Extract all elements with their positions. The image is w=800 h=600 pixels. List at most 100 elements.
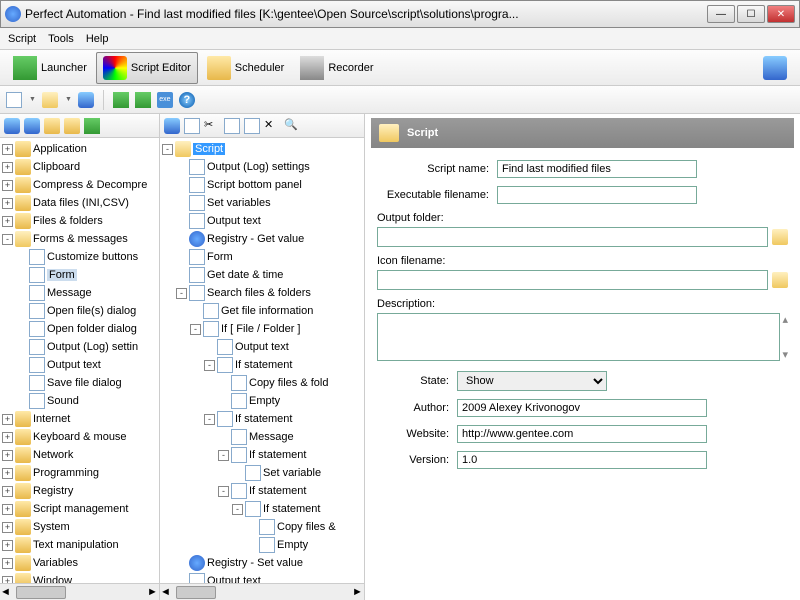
tree-item[interactable]: Message (2, 284, 157, 302)
find-icon[interactable]: 🔍 (284, 118, 300, 134)
iconfile-input[interactable] (377, 270, 768, 290)
paste-icon[interactable] (244, 118, 260, 134)
tree-item[interactable]: Output text (162, 338, 362, 356)
execfile-input[interactable] (497, 186, 697, 204)
help-icon[interactable]: ? (179, 92, 195, 108)
expand-icon[interactable]: + (2, 468, 13, 479)
run2-icon[interactable] (135, 92, 151, 108)
tree-item[interactable]: Copy files & fold (162, 374, 362, 392)
midpane-hscroll[interactable]: ◄► (160, 583, 364, 600)
scriptname-input[interactable] (497, 160, 697, 178)
expand-icon[interactable]: + (2, 432, 13, 443)
author-input[interactable] (457, 399, 707, 417)
tree-item[interactable]: Sound (2, 392, 157, 410)
tree-item[interactable]: Get date & time (162, 266, 362, 284)
menu-help[interactable]: Help (86, 33, 109, 45)
commands-tree[interactable]: +Application+Clipboard+Compress & Decomp… (0, 138, 159, 583)
tree-item[interactable]: Get file information (162, 302, 362, 320)
close-button[interactable]: ✕ (767, 5, 795, 23)
tree-item[interactable]: Customize buttons (2, 248, 157, 266)
tree-item[interactable]: Output (Log) settin (2, 338, 157, 356)
tree-item[interactable]: Set variable (162, 464, 362, 482)
tree-item[interactable]: +Text manipulation (2, 536, 157, 554)
tree-item[interactable]: -If statement (162, 356, 362, 374)
expand-icon[interactable]: + (2, 450, 13, 461)
tree-item[interactable]: +Data files (INI,CSV) (2, 194, 157, 212)
new-icon[interactable] (6, 92, 22, 108)
tree-item[interactable]: Output text (162, 572, 362, 583)
desc-input[interactable] (377, 313, 780, 361)
tree-item[interactable]: -If statement (162, 482, 362, 500)
tree-item[interactable]: -Forms & messages (2, 230, 157, 248)
tree-item[interactable]: -Script (162, 140, 362, 158)
tree-item[interactable]: Copy files & (162, 518, 362, 536)
tree-item[interactable]: +Files & folders (2, 212, 157, 230)
tool-icon-2[interactable] (24, 118, 40, 134)
tree-item[interactable]: -If [ File / Folder ] (162, 320, 362, 338)
menu-script[interactable]: Script (8, 33, 36, 45)
cut-icon[interactable]: ✂ (204, 118, 220, 134)
tree-item[interactable]: +Programming (2, 464, 157, 482)
tree-item[interactable]: Open file(s) dialog (2, 302, 157, 320)
tree-item[interactable]: Message (162, 428, 362, 446)
tree-item[interactable]: -If statement (162, 446, 362, 464)
tree-item[interactable]: +Network (2, 446, 157, 464)
scroll-up-icon[interactable]: ▴ (782, 313, 788, 326)
tree-item[interactable]: Output text (162, 212, 362, 230)
settings-button[interactable] (756, 52, 794, 84)
leftpane-hscroll[interactable]: ◄► (0, 583, 159, 600)
expand-icon[interactable]: + (2, 504, 13, 515)
tree-item[interactable]: Save file dialog (2, 374, 157, 392)
expand-icon[interactable]: - (218, 486, 229, 497)
expand-icon[interactable]: + (2, 522, 13, 533)
expand-icon[interactable]: + (2, 540, 13, 551)
tree-item[interactable]: Registry - Get value (162, 230, 362, 248)
tab-scheduler[interactable]: Scheduler (200, 52, 292, 84)
browse-icon-icon[interactable] (772, 272, 788, 288)
version-input[interactable] (457, 451, 707, 469)
expand-icon[interactable]: - (190, 324, 201, 335)
state-select[interactable]: Show (457, 371, 607, 391)
tool-icon-4[interactable] (64, 118, 80, 134)
expand-icon[interactable]: - (176, 288, 187, 299)
tree-item[interactable]: +Variables (2, 554, 157, 572)
minimize-button[interactable]: — (707, 5, 735, 23)
tree-item[interactable]: +Internet (2, 410, 157, 428)
tree-item[interactable]: Form (2, 266, 157, 284)
tree-item[interactable]: Output (Log) settings (162, 158, 362, 176)
expand-icon[interactable]: - (2, 234, 13, 245)
tree-item[interactable]: Empty (162, 536, 362, 554)
tool-icon-3[interactable] (44, 118, 60, 134)
expand-icon[interactable]: + (2, 144, 13, 155)
expand-icon[interactable]: - (162, 144, 173, 155)
script-tree[interactable]: -ScriptOutput (Log) settingsScript botto… (160, 138, 364, 583)
insert-icon[interactable] (84, 118, 100, 134)
tree-item[interactable]: Open folder dialog (2, 320, 157, 338)
expand-icon[interactable]: + (2, 576, 13, 584)
expand-icon[interactable]: - (204, 360, 215, 371)
tree-item[interactable]: +Keyboard & mouse (2, 428, 157, 446)
tree-item[interactable]: -If statement (162, 410, 362, 428)
outfolder-input[interactable] (377, 227, 768, 247)
maximize-button[interactable]: ☐ (737, 5, 765, 23)
tree-item[interactable]: Form (162, 248, 362, 266)
delete-icon[interactable]: ✕ (264, 118, 280, 134)
save-icon[interactable] (78, 92, 94, 108)
tree-item[interactable]: Empty (162, 392, 362, 410)
exe-icon[interactable]: exe (157, 92, 173, 108)
copy-icon[interactable] (224, 118, 240, 134)
tab-launcher[interactable]: Launcher (6, 52, 94, 84)
expand-icon[interactable]: - (232, 504, 243, 515)
menu-tools[interactable]: Tools (48, 33, 74, 45)
tree-item[interactable]: +Application (2, 140, 157, 158)
expand-icon[interactable]: + (2, 180, 13, 191)
tree-item[interactable]: Set variables (162, 194, 362, 212)
expand-icon[interactable]: + (2, 558, 13, 569)
mid-tool-2[interactable] (184, 118, 200, 134)
tab-recorder[interactable]: Recorder (293, 52, 380, 84)
open-icon[interactable] (42, 92, 58, 108)
tree-item[interactable]: +Compress & Decompre (2, 176, 157, 194)
back-icon[interactable] (164, 118, 180, 134)
expand-icon[interactable]: + (2, 162, 13, 173)
expand-icon[interactable]: - (204, 414, 215, 425)
